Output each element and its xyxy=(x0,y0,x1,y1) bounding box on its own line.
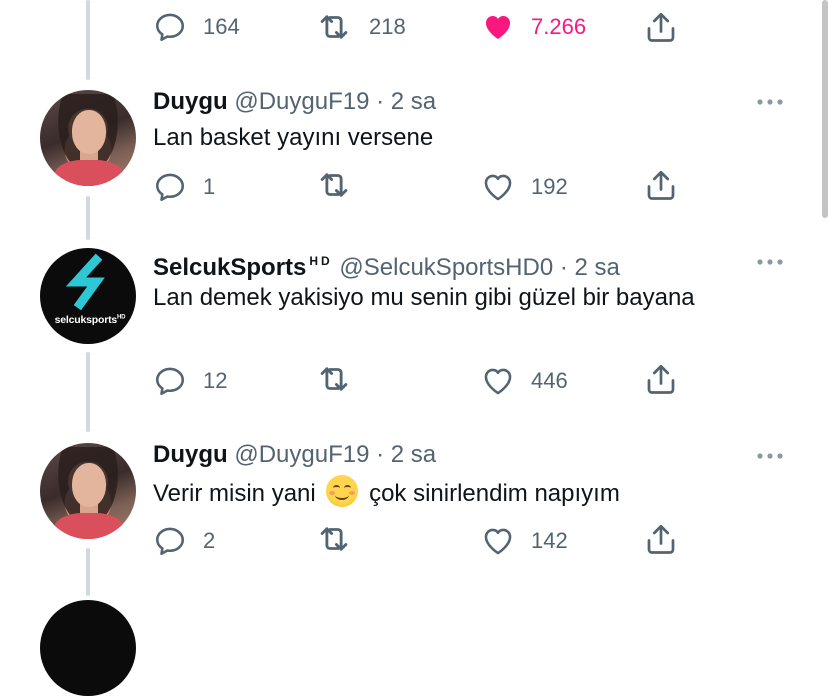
timestamp[interactable]: 2 sa xyxy=(575,254,620,281)
retweet-button[interactable] xyxy=(315,362,353,396)
reply-count: 1 xyxy=(203,174,216,199)
share-icon xyxy=(643,9,679,45)
reply-icon xyxy=(153,524,187,558)
share-button[interactable] xyxy=(643,10,679,44)
share-button[interactable] xyxy=(643,168,679,202)
like-count: 446 xyxy=(531,368,568,393)
user-handle[interactable]: @SelcukSportsHD0 xyxy=(339,254,553,281)
more-options-icon[interactable] xyxy=(754,252,786,272)
like-button[interactable]: 192 xyxy=(481,170,568,204)
tweet-header: Duygu @DuyguF19 · 2 sa xyxy=(153,440,436,470)
reply-icon xyxy=(153,170,187,204)
smiling-face-emoji-icon xyxy=(326,475,359,507)
like-button[interactable]: 7.266 xyxy=(481,10,586,44)
share-button[interactable] xyxy=(643,362,679,396)
avatar[interactable] xyxy=(40,600,136,696)
like-count: 192 xyxy=(531,174,568,199)
selcuksports-logo-icon xyxy=(65,253,105,311)
display-name[interactable]: SelcukSports xyxy=(153,254,306,281)
share-icon xyxy=(643,361,679,397)
avatar[interactable] xyxy=(40,90,136,186)
share-icon xyxy=(643,521,679,557)
separator: · xyxy=(376,88,385,115)
more-options-icon[interactable] xyxy=(754,446,786,466)
heart-icon xyxy=(481,524,515,558)
tweet-text: Lan basket yayını versene xyxy=(153,124,434,151)
reply-icon xyxy=(153,10,187,44)
logo-text: selcuksports xyxy=(54,314,118,326)
thread-line xyxy=(86,352,90,432)
reply-button[interactable]: 1 xyxy=(153,170,215,204)
logo-badge: HD xyxy=(117,314,126,321)
tweet-text-part: Verir misin yani xyxy=(153,480,316,507)
display-name[interactable]: Duygu xyxy=(153,88,228,115)
tweet-header: SelcukSports HD @SelcukSportsHD0 · 2 sa xyxy=(153,246,620,283)
timestamp[interactable]: 2 sa xyxy=(391,441,436,468)
retweet-icon xyxy=(315,166,353,204)
tweet-text: Verir misin yani çok sinirlendim napıyım xyxy=(153,475,733,512)
reply-count: 164 xyxy=(203,14,240,39)
reply-button[interactable]: 2 xyxy=(153,524,215,558)
heart-filled-icon xyxy=(481,10,515,44)
retweet-icon xyxy=(315,520,353,558)
display-name[interactable]: Duygu xyxy=(153,441,228,468)
share-icon xyxy=(643,167,679,203)
tweet-text-part: çok sinirlendim napıyım xyxy=(369,480,620,507)
scrollbar[interactable] xyxy=(822,0,828,218)
reply-count: 2 xyxy=(203,528,216,553)
more-options-icon[interactable] xyxy=(754,92,786,112)
thread-line xyxy=(86,196,90,240)
user-handle[interactable]: @DuyguF19 xyxy=(234,441,369,468)
retweet-button[interactable] xyxy=(315,168,353,202)
reply-button[interactable]: 164 xyxy=(153,10,240,44)
like-button[interactable]: 446 xyxy=(481,364,568,398)
timestamp[interactable]: 2 sa xyxy=(391,88,436,115)
reply-count: 12 xyxy=(203,368,228,393)
avatar[interactable] xyxy=(40,443,136,539)
thread-line xyxy=(86,548,90,596)
like-count: 7.266 xyxy=(531,14,587,39)
retweet-count: 218 xyxy=(369,14,406,39)
tweet-header: Duygu @DuyguF19 · 2 sa xyxy=(153,87,436,117)
separator: · xyxy=(559,254,568,281)
share-button[interactable] xyxy=(643,522,679,556)
separator: · xyxy=(376,441,385,468)
user-handle[interactable]: @DuyguF19 xyxy=(234,88,369,115)
tweet-text: Lan demek yakisiyo mu senin gibi güzel b… xyxy=(153,284,695,311)
avatar[interactable]: selcuksportsHD xyxy=(40,248,136,344)
like-count: 142 xyxy=(531,528,568,553)
name-badge: HD xyxy=(309,254,333,268)
retweet-icon xyxy=(315,8,353,46)
heart-icon xyxy=(481,170,515,204)
like-button[interactable]: 142 xyxy=(481,524,568,558)
reply-button[interactable]: 12 xyxy=(153,364,227,398)
thread-line xyxy=(86,0,90,80)
reply-icon xyxy=(153,364,187,398)
retweet-icon xyxy=(315,360,353,398)
retweet-button[interactable] xyxy=(315,522,353,556)
retweet-button[interactable]: 218 xyxy=(315,10,406,44)
heart-icon xyxy=(481,364,515,398)
